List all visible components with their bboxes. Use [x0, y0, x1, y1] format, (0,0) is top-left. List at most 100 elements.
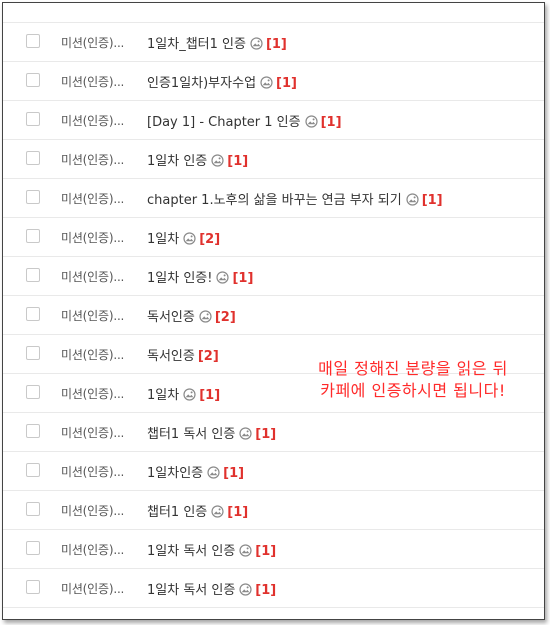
row-category[interactable]: 미션(인증)...	[61, 385, 124, 402]
table-row[interactable]: 미션(인증)... 챕터1 독서 인증 [1]	[3, 413, 544, 452]
row-title-link[interactable]: 1일차 [1]	[147, 384, 220, 403]
row-category[interactable]: 미션(인증)...	[61, 73, 124, 90]
row-title-link[interactable]: 1일차 인증! [1]	[147, 267, 253, 286]
row-title-text[interactable]: 1일차 인증!	[147, 271, 212, 286]
table-row[interactable]: 미션(인증)... 1일차 독서 인증 [1]	[3, 530, 544, 569]
row-title-text[interactable]: 독서인증	[147, 349, 195, 364]
row-select-checkbox[interactable]	[26, 307, 40, 321]
comment-count[interactable]: [1]	[321, 115, 342, 130]
comment-count[interactable]: [1]	[227, 154, 248, 169]
table-row[interactable]: 미션(인증)... 1일차_챕터1 인증 [1]	[3, 23, 544, 62]
comment-count[interactable]: [1]	[255, 544, 276, 559]
row-select-checkbox[interactable]	[26, 34, 40, 48]
comment-count[interactable]: [2]	[198, 349, 219, 364]
row-select-checkbox[interactable]	[26, 190, 40, 204]
comment-count[interactable]: [1]	[232, 271, 253, 286]
row-category[interactable]: 미션(인증)...	[61, 502, 124, 519]
row-select-checkbox[interactable]	[26, 346, 40, 360]
row-title-link[interactable]: 인증1일차)부자수업 [1]	[147, 72, 297, 91]
row-category[interactable]: 미션(인증)...	[61, 307, 124, 324]
row-select-checkbox[interactable]	[26, 73, 40, 87]
row-title-text[interactable]: 챕터1 독서 인증	[147, 427, 235, 442]
row-category[interactable]: 미션(인증)...	[61, 229, 124, 246]
comment-count[interactable]: [1]	[227, 505, 248, 520]
comment-count[interactable]: [1]	[255, 583, 276, 598]
comment-count[interactable]: [1]	[422, 193, 443, 208]
row-category[interactable]: 미션(인증)...	[61, 34, 124, 51]
table-row[interactable]: 미션(인증)... 챕터1 인증 [1]	[3, 491, 544, 530]
table-row[interactable]: 미션(인증)... 인증1일차)부자수업 [1]	[3, 62, 544, 101]
image-attachment-icon	[207, 466, 220, 479]
row-category[interactable]: 미션(인증)...	[61, 424, 124, 441]
table-row[interactable]: 미션(인증)... 1일차인증 [1]	[3, 452, 544, 491]
table-row[interactable]: 미션(인증)... chapter 1.노후의 삶을 바꾸는 연금 부자 되기 [1…	[3, 179, 544, 218]
table-row[interactable]: 미션(인증)... 1일차 인증! [1]	[3, 257, 544, 296]
table-row[interactable]: 미션(인증)... 1일차 인증 [1]	[3, 140, 544, 179]
annotation-line-2: 카페에 인증하시면 됩니다!	[320, 381, 506, 400]
image-attachment-icon	[216, 271, 230, 284]
image-attachment-icon	[305, 115, 318, 128]
image-attachment-icon	[183, 232, 196, 245]
comment-count[interactable]: [1]	[223, 466, 244, 481]
row-select-checkbox[interactable]	[26, 502, 40, 516]
row-category[interactable]: 미션(인증)...	[61, 346, 124, 363]
table-row[interactable]: 미션(인증)... [Day 1] - Chapter 1 인증 [1]	[3, 101, 544, 140]
row-title-link[interactable]: 독서인증 [2]	[147, 306, 236, 325]
row-title-link[interactable]: 챕터1 독서 인증 [1]	[147, 423, 276, 442]
row-title-text[interactable]: chapter 1.노후의 삶을 바꾸는 연금 부자 되기	[147, 193, 402, 208]
row-category[interactable]: 미션(인증)...	[61, 268, 124, 285]
row-title-link[interactable]: 1일차 인증 [1]	[147, 150, 248, 169]
row-select-checkbox[interactable]	[26, 112, 40, 126]
row-title-text[interactable]: 1일차 독서 인증	[147, 544, 235, 559]
comment-count[interactable]: [1]	[276, 76, 297, 91]
row-select-checkbox[interactable]	[26, 268, 40, 282]
row-title-link[interactable]: 1일차 독서 인증 [1]	[147, 540, 276, 559]
row-title-link[interactable]: 챕터1 인증 [1]	[147, 501, 248, 520]
row-title-text[interactable]: 챕터1 인증	[147, 505, 207, 520]
row-category[interactable]: 미션(인증)...	[61, 463, 124, 480]
row-title-link[interactable]: [Day 1] - Chapter 1 인증 [1]	[147, 111, 342, 130]
row-category[interactable]: 미션(인증)...	[61, 190, 124, 207]
comment-count[interactable]: [1]	[255, 427, 276, 442]
annotation-overlay: 매일 정해진 분량을 읽은 뒤 카페에 인증하시면 됩니다!	[293, 358, 533, 402]
article-list-panel: 미션(인증)... 1일차_챕터1 인증 [1] 미션(인증)... 인증1일차)부자수…	[2, 2, 545, 620]
comment-count[interactable]: [1]	[199, 388, 220, 403]
row-title-text[interactable]: 1일차 인증	[147, 154, 207, 169]
row-category[interactable]: 미션(인증)...	[61, 112, 124, 129]
row-title-text[interactable]: 1일차 독서 인증	[147, 583, 235, 598]
row-select-checkbox[interactable]	[26, 385, 40, 399]
row-title-link[interactable]: 1일차인증 [1]	[147, 462, 244, 481]
row-select-checkbox[interactable]	[26, 229, 40, 243]
comment-count[interactable]: [1]	[266, 37, 287, 52]
image-attachment-icon	[260, 76, 273, 89]
row-title-text[interactable]: 1일차_챕터1 인증	[147, 37, 246, 52]
row-select-checkbox[interactable]	[26, 463, 40, 477]
table-row[interactable]: 미션(인증)... 1일차 독서 인증 [1]	[3, 569, 544, 608]
comment-count[interactable]: [2]	[199, 232, 220, 247]
row-select-checkbox[interactable]	[26, 424, 40, 438]
row-title-text[interactable]: 인증1일차)부자수업	[147, 76, 256, 91]
comment-count[interactable]: [2]	[215, 310, 236, 325]
row-category[interactable]: 미션(인증)...	[61, 151, 124, 168]
row-category[interactable]: 미션(인증)...	[61, 541, 124, 558]
row-title-link[interactable]: 1일차 독서 인증 [1]	[147, 579, 276, 598]
row-title-text[interactable]: 1일차인증	[147, 466, 203, 481]
row-select-checkbox[interactable]	[26, 151, 40, 165]
row-select-checkbox[interactable]	[26, 580, 40, 594]
row-title-link[interactable]: 독서인증 [2]	[147, 345, 219, 364]
table-row[interactable]: 미션(인증)... 1일차 [2]	[3, 218, 544, 257]
row-title-text[interactable]: [Day 1] - Chapter 1 인증	[147, 115, 301, 130]
table-row[interactable]: 미션(인증)... 독서인증 [2]	[3, 296, 544, 335]
row-title-link[interactable]: chapter 1.노후의 삶을 바꾸는 연금 부자 되기 [1]	[147, 189, 443, 208]
image-attachment-icon	[199, 310, 212, 323]
row-title-text[interactable]: 1일차	[147, 388, 179, 403]
row-select-checkbox[interactable]	[26, 541, 40, 555]
row-title-text[interactable]: 1일차	[147, 232, 179, 247]
row-title-text[interactable]: 독서인증	[147, 310, 195, 325]
image-attachment-icon	[183, 388, 196, 401]
row-category[interactable]: 미션(인증)...	[61, 580, 124, 597]
row-title-link[interactable]: 1일차_챕터1 인증 [1]	[147, 33, 287, 52]
image-attachment-icon	[239, 583, 252, 596]
row-title-link[interactable]: 1일차 [2]	[147, 228, 220, 247]
image-attachment-icon	[239, 544, 252, 557]
